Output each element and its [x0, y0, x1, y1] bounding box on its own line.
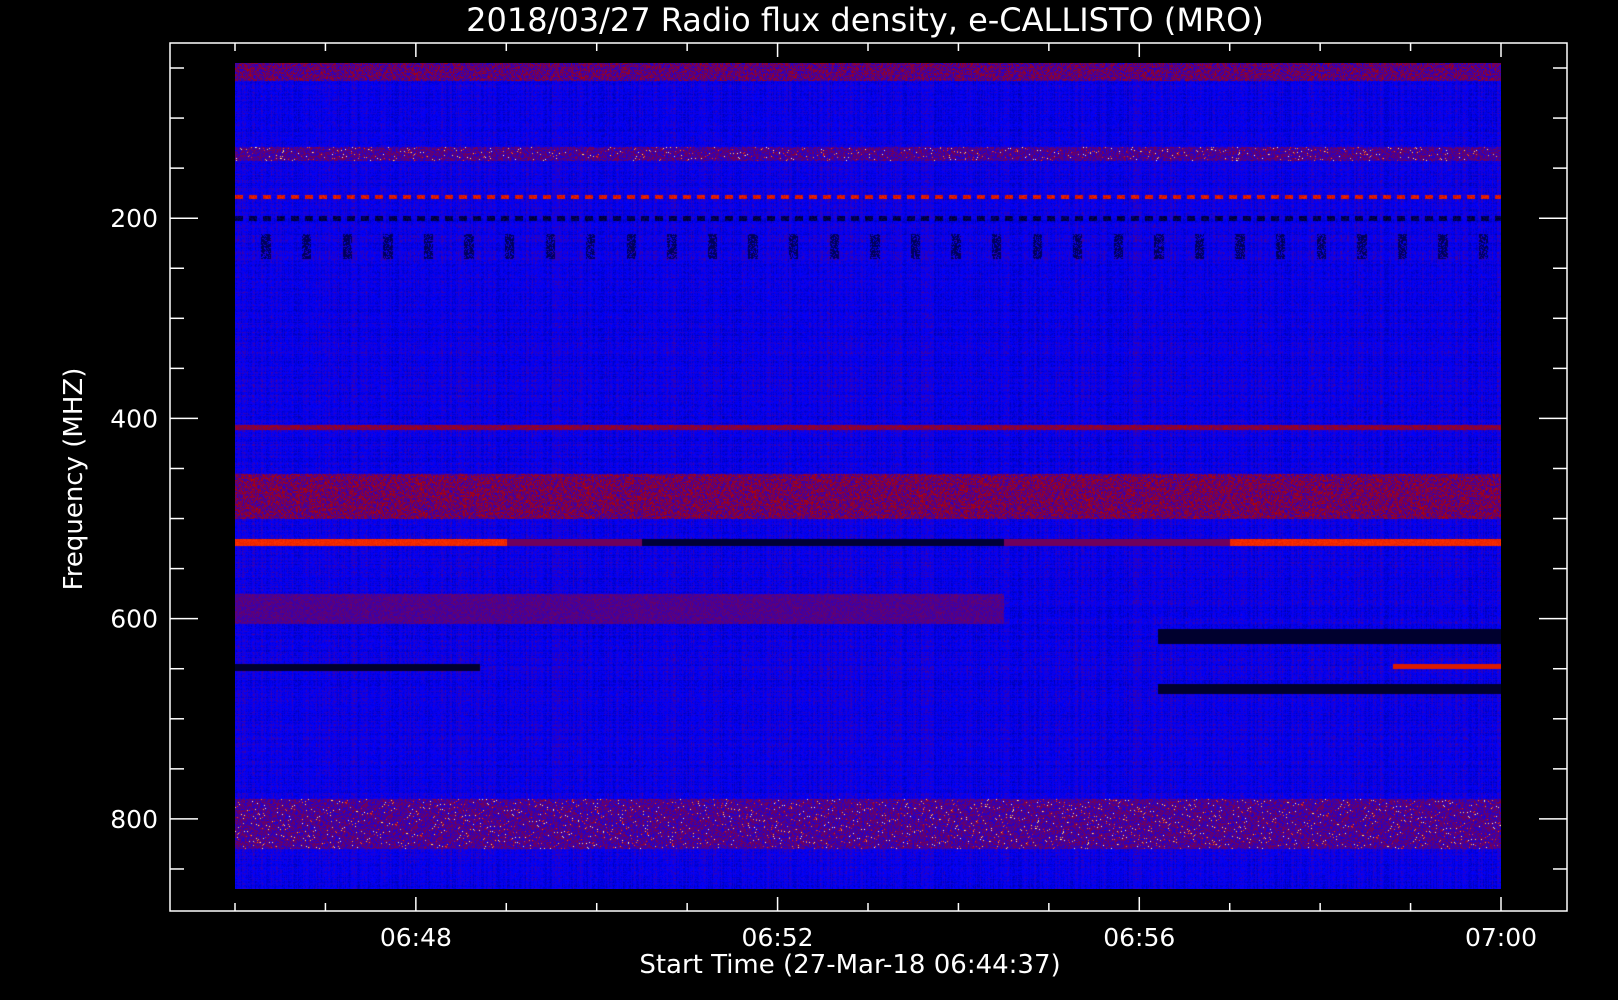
y-tick-label: 200 [110, 204, 158, 233]
x-tick-label: 06:56 [1103, 923, 1175, 952]
x-axis-label: Start Time (27-Mar-18 06:44:37) [639, 950, 1060, 980]
y-tick-label: 600 [110, 605, 158, 634]
spectrogram-chart: 2018/03/27 Radio flux density, e-CALLIST… [0, 0, 1618, 1000]
y-tick-label: 800 [110, 805, 158, 834]
x-tick-label: 06:48 [380, 923, 452, 952]
x-tick-label: 07:00 [1465, 923, 1537, 952]
x-tick-label: 06:52 [742, 923, 814, 952]
chart-title: 2018/03/27 Radio flux density, e-CALLIST… [466, 1, 1264, 39]
y-axis-label: Frequency (MHZ) [59, 368, 89, 591]
spectrogram-image [235, 63, 1501, 889]
y-tick-label: 400 [110, 404, 158, 433]
